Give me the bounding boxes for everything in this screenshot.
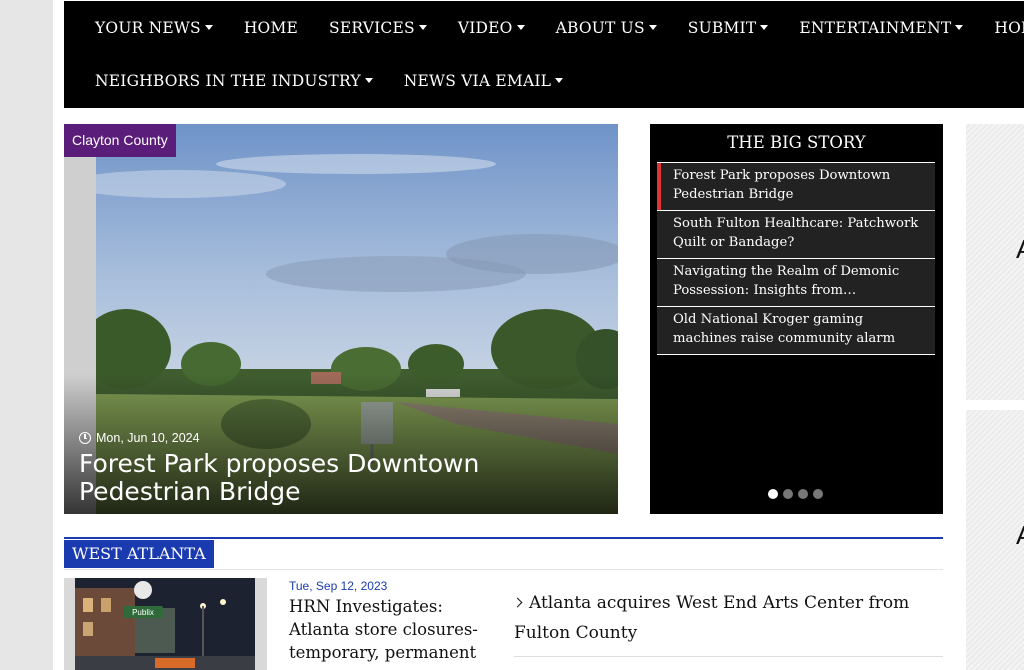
- featured-article-thumbnail[interactable]: Publix: [64, 578, 267, 670]
- big-story-item-title: South Fulton Healthcare: Patchwork Quilt…: [673, 216, 919, 250]
- section-heading-west-atlanta[interactable]: WEST ATLANTA: [64, 540, 214, 568]
- main-navigation: YOUR NEWS HOME SERVICES VIDEO ABOUT US SUBMIT…: [64, 1, 1024, 108]
- nav-item-video[interactable]: VIDEO: [458, 19, 525, 37]
- nav-item-label: SERVICES: [329, 18, 415, 37]
- nav-item-label: ENTERTAINMENT: [799, 18, 952, 37]
- page: YOUR NEWS HOME SERVICES VIDEO ABOUT US SUBMIT…: [53, 0, 1024, 670]
- featured-article-title[interactable]: HRN Investigates: Atlanta store closures…: [289, 595, 499, 664]
- nav-item-homefront[interactable]: HOMEFRONT: [994, 19, 1024, 37]
- nav-item-submit[interactable]: SUBMIT: [688, 19, 769, 37]
- slider-dot[interactable]: [783, 489, 793, 499]
- caret-down-icon: [955, 25, 964, 30]
- nav-item-label: VIDEO: [457, 18, 513, 37]
- ad-glyph: A: [1016, 520, 1024, 551]
- big-story-item-title: Forest Park proposes Downtown Pedestrian…: [673, 168, 891, 202]
- big-story-list: Forest Park proposes Downtown Pedestrian…: [657, 162, 935, 355]
- nav-item-label: HOME: [243, 18, 299, 37]
- side-advertisement[interactable]: A: [966, 124, 1024, 400]
- slider-dot[interactable]: [798, 489, 808, 499]
- side-advertisement[interactable]: A: [966, 410, 1024, 670]
- hero-date-text: Mon, Jun 10, 2024: [96, 431, 200, 445]
- publix-sign-text: Publix: [132, 608, 154, 617]
- hero-headline[interactable]: Forest Park proposes Downtown Pedestrian…: [79, 450, 599, 506]
- caret-down-icon: [648, 25, 657, 30]
- big-story-heading: THE BIG STORY: [727, 133, 866, 152]
- nav-item-label: HOMEFRONT: [994, 18, 1024, 37]
- caret-down-icon: [516, 25, 525, 30]
- big-story-item[interactable]: Navigating the Realm of Demonic Possessi…: [657, 258, 935, 306]
- big-story-item[interactable]: Old National Kroger gaming machines rais…: [657, 306, 935, 355]
- slider-dot[interactable]: [813, 489, 823, 499]
- nav-item-news-via-email[interactable]: NEWS VIA EMAIL: [403, 71, 564, 90]
- section-link-title: Atlanta acquires West End Arts Center fr…: [514, 593, 910, 643]
- section-rule: [64, 537, 943, 539]
- section-divider: [64, 569, 943, 570]
- clock-icon: [79, 432, 91, 444]
- nav-item-entertainment[interactable]: ENTERTAINMENT: [799, 18, 964, 37]
- ad-glyph: A: [1016, 234, 1024, 265]
- hero-date: Mon, Jun 10, 2024: [79, 431, 200, 445]
- chevron-right-icon: [512, 597, 523, 608]
- nav-item-label: NEWS VIA EMAIL: [403, 71, 552, 90]
- section-link-list: Atlanta acquires West End Arts Center fr…: [512, 588, 943, 657]
- nav-item-about-us[interactable]: ABOUT US: [556, 19, 657, 37]
- nav-item-label: SUBMIT: [687, 18, 757, 37]
- nav-row-primary: YOUR NEWS HOME SERVICES VIDEO ABOUT US SUBMIT…: [64, 1, 1024, 54]
- big-story-item[interactable]: Forest Park proposes Downtown Pedestrian…: [657, 162, 935, 210]
- big-story-item-title: Old National Kroger gaming machines rais…: [673, 312, 896, 346]
- caret-down-icon: [364, 78, 373, 83]
- featured-article-date: Tue, Sep 12, 2023: [289, 579, 388, 593]
- big-story-item[interactable]: South Fulton Healthcare: Patchwork Quilt…: [657, 210, 935, 258]
- nav-item-label: YOUR NEWS: [95, 18, 201, 37]
- nav-item-label: NEIGHBORS IN THE INDUSTRY: [95, 71, 361, 90]
- nav-item-services[interactable]: SERVICES: [329, 19, 427, 37]
- nav-item-neighbors-in-the-industry[interactable]: NEIGHBORS IN THE INDUSTRY: [95, 72, 373, 90]
- nav-row-secondary: NEIGHBORS IN THE INDUSTRY NEWS VIA EMAIL: [64, 54, 564, 107]
- hero-slide[interactable]: Clayton County Mon, Jun 10, 2024 Forest …: [64, 124, 618, 514]
- category-badge[interactable]: Clayton County: [64, 124, 176, 157]
- nav-item-label: ABOUT US: [555, 18, 645, 37]
- nav-item-home[interactable]: HOME: [244, 19, 298, 37]
- slider-pagination: [768, 489, 823, 499]
- big-story-item-title: Navigating the Realm of Demonic Possessi…: [673, 264, 900, 298]
- caret-down-icon: [418, 25, 427, 30]
- nav-item-your-news[interactable]: YOUR NEWS: [95, 19, 213, 37]
- caret-down-icon: [760, 25, 769, 30]
- slider-dot[interactable]: [768, 489, 778, 499]
- caret-down-icon: [204, 25, 213, 30]
- section-link-item[interactable]: Atlanta acquires West End Arts Center fr…: [512, 588, 943, 657]
- big-story-panel: THE BIG STORY Forest Park proposes Downt…: [650, 124, 943, 514]
- caret-down-icon: [555, 78, 564, 83]
